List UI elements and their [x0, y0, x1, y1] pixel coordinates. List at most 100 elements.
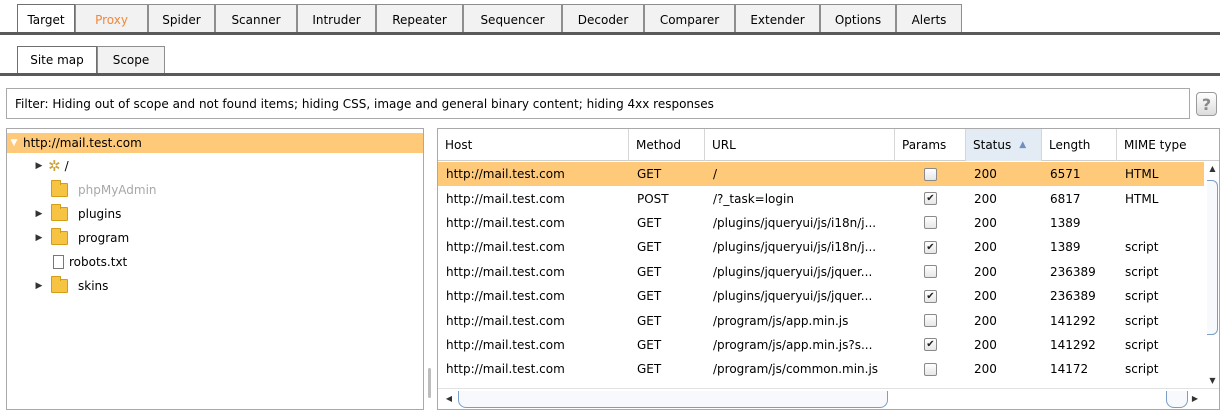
table-row[interactable]: http://mail.test.com GET/program/js/app.m…: [438, 333, 1204, 357]
column-header-length[interactable]: Length: [1042, 129, 1117, 161]
folder-icon: [51, 276, 68, 293]
tab-sequencer[interactable]: Sequencer: [463, 4, 562, 35]
table-row[interactable]: http://mail.test.com POST /?_task=login ✔ 20…: [438, 186, 1204, 210]
scroll-right-icon[interactable]: ▶: [1188, 392, 1202, 406]
tree-item-program[interactable]: ▶ program: [7, 227, 423, 249]
cell-status: 200: [974, 313, 997, 328]
tab-scope[interactable]: Scope: [97, 46, 165, 73]
tab-decoder[interactable]: Decoder: [562, 4, 644, 35]
table-row[interactable]: http://mail.test.com GET/plugins/jqueryui…: [438, 235, 1204, 259]
unchecked-checkbox-icon: [924, 362, 937, 376]
table-row[interactable]: http://mail.test.com GET/program/js/app.m…: [438, 308, 1204, 332]
cell-host: http://mail.test.com: [446, 362, 565, 377]
column-header-params[interactable]: Params: [895, 129, 966, 161]
cell-mime: HTML: [1125, 167, 1159, 182]
tree-item-label: program: [78, 231, 130, 245]
tab-spider[interactable]: Spider: [148, 4, 215, 35]
tree-item-label: skins: [78, 279, 109, 293]
cell-host: http://mail.test.com: [446, 240, 565, 255]
cell-params: ✔: [895, 289, 966, 303]
vertical-scroll-thumb[interactable]: [1207, 180, 1218, 335]
unchecked-checkbox-icon: [924, 167, 937, 181]
tree-item-plugins[interactable]: ▶ plugins: [7, 203, 423, 225]
cell-status: 200: [974, 240, 997, 255]
tree-root[interactable]: ▼ http://mail.test.com: [7, 133, 423, 153]
expand-right-icon[interactable]: ▶: [33, 161, 45, 171]
folder-icon: [51, 228, 68, 245]
column-header-url[interactable]: URL: [705, 129, 895, 161]
tab-scanner[interactable]: Scanner: [215, 4, 297, 35]
column-header-host[interactable]: Host: [438, 129, 629, 161]
tree-item-label: /: [64, 159, 69, 173]
column-header-status[interactable]: Status ▲: [966, 129, 1042, 161]
tree-item-root-path[interactable]: ▶ ✲ /: [7, 155, 423, 177]
site-map-tree: ▼ http://mail.test.com ▶ ✲ / phpMyAdmin …: [6, 128, 424, 410]
tab-extender[interactable]: Extender: [735, 4, 820, 35]
cell-method: GET: [637, 167, 662, 182]
tab-proxy[interactable]: Proxy: [75, 4, 148, 35]
expand-right-icon[interactable]: ▶: [33, 209, 45, 219]
gear-icon: ✲: [48, 157, 61, 175]
unchecked-checkbox-icon: [924, 265, 937, 279]
table-header: Host Method URL Params Status ▲ Length M…: [438, 129, 1219, 161]
cell-url: /: [713, 167, 718, 182]
horizontal-scrollbar[interactable]: ◀ ▶: [438, 388, 1219, 409]
column-header-mime-type[interactable]: MIME type: [1117, 129, 1219, 161]
cell-length: 1389: [1050, 240, 1081, 255]
tab-alerts[interactable]: Alerts: [896, 4, 962, 35]
table-row[interactable]: http://mail.test.com GET/plugins/jqueryui…: [438, 211, 1204, 235]
horizontal-scroll-thumb[interactable]: [458, 391, 888, 408]
unchecked-checkbox-icon: [924, 216, 937, 230]
cell-params: [895, 314, 966, 328]
table-row[interactable]: http://mail.test.com GET / 200 6571 HTML: [438, 162, 1204, 187]
file-icon: [53, 255, 64, 269]
tab-target[interactable]: Target: [17, 4, 75, 35]
cell-host: http://mail.test.com: [446, 264, 565, 279]
cell-length: 6817: [1050, 191, 1081, 206]
filter-text: Filter: Hiding out of scope and not foun…: [15, 96, 714, 111]
folder-icon: [51, 180, 68, 197]
checked-checkbox-icon: ✔: [924, 289, 937, 303]
tab-intruder[interactable]: Intruder: [297, 4, 376, 35]
scroll-down-icon[interactable]: ▼: [1206, 374, 1219, 388]
help-button[interactable]: ?: [1196, 92, 1217, 116]
cell-host: http://mail.test.com: [446, 313, 565, 328]
vertical-scrollbar[interactable]: ▲ ▼: [1206, 162, 1219, 388]
cell-mime: HTML: [1125, 191, 1159, 206]
splitter-grip[interactable]: [428, 368, 431, 398]
panel-splitter[interactable]: [427, 128, 432, 410]
scroll-up-icon[interactable]: ▲: [1206, 162, 1219, 176]
expand-down-icon[interactable]: ▼: [7, 138, 21, 148]
sub-tab-bar: Site map Scope: [0, 36, 1220, 76]
tab-site-map[interactable]: Site map: [17, 46, 97, 73]
cell-status: 200: [974, 362, 997, 377]
cell-method: GET: [637, 362, 662, 377]
table-row[interactable]: http://mail.test.com GET/program/js/commo…: [438, 357, 1204, 381]
tab-repeater[interactable]: Repeater: [376, 4, 463, 35]
expand-right-icon[interactable]: ▶: [33, 281, 45, 291]
tree-item-label: phpMyAdmin: [78, 183, 157, 197]
filter-bar[interactable]: Filter: Hiding out of scope and not foun…: [6, 88, 1190, 119]
tree-item-skins[interactable]: ▶ skins: [7, 275, 423, 297]
cell-url: /program/js/app.min.js: [713, 313, 849, 328]
main-tab-underline: [0, 32, 1220, 35]
scroll-left-icon[interactable]: ◀: [442, 392, 456, 406]
request-table: Host Method URL Params Status ▲ Length M…: [437, 128, 1220, 410]
cell-params: [895, 362, 966, 376]
table-row[interactable]: http://mail.test.com GET/plugins/jqueryui…: [438, 284, 1204, 308]
table-row[interactable]: http://mail.test.com GET/plugins/jqueryui…: [438, 260, 1204, 284]
tab-comparer[interactable]: Comparer: [644, 4, 735, 35]
cell-params: ✔: [895, 240, 966, 254]
sub-tab-underline: [0, 73, 1220, 76]
column-header-method[interactable]: Method: [629, 129, 705, 161]
unchecked-checkbox-icon: [924, 314, 937, 328]
cell-host: http://mail.test.com: [446, 215, 565, 230]
tab-options[interactable]: Options: [820, 4, 896, 35]
expand-right-icon[interactable]: ▶: [33, 233, 45, 243]
cell-mime: script: [1125, 313, 1159, 328]
column-header-status-label: Status: [973, 138, 1012, 152]
cell-method: GET: [637, 289, 662, 304]
main-tab-bar: Target Proxy Spider Scanner Intruder Rep…: [0, 0, 1220, 35]
tree-item-phpmyadmin[interactable]: phpMyAdmin: [7, 179, 423, 201]
tree-item-robots[interactable]: robots.txt: [7, 251, 423, 273]
